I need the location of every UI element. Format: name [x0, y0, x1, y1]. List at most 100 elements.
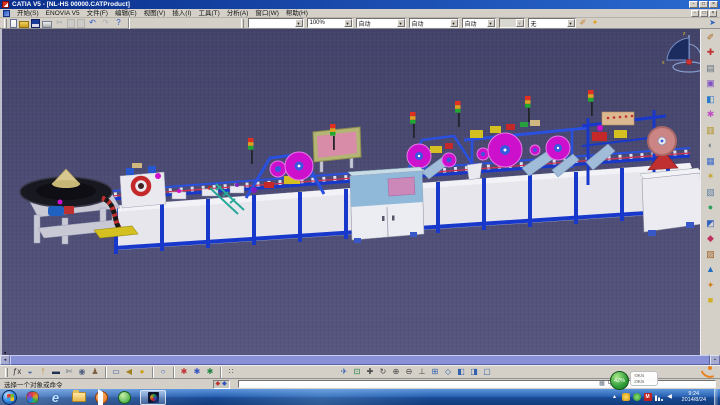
gear-red-icon[interactable]: ✱: [178, 366, 190, 378]
line-type-combo[interactable]: 自动 ▼: [356, 18, 406, 28]
right-tool-icon-2[interactable]: ✚: [704, 47, 717, 59]
mdi-restore-button[interactable]: □: [700, 10, 708, 17]
tray-network-icon[interactable]: [655, 393, 663, 401]
document-icon[interactable]: [3, 10, 10, 17]
rotate-icon[interactable]: ↻: [377, 366, 389, 378]
gear-green-icon[interactable]: ✱: [204, 366, 216, 378]
new-file-icon[interactable]: [10, 19, 17, 28]
show-desktop-button[interactable]: [714, 389, 718, 405]
pan-icon[interactable]: ✚: [364, 366, 376, 378]
tray-360-icon[interactable]: [633, 393, 641, 401]
zoom-in-icon[interactable]: ⊕: [390, 366, 402, 378]
close-button[interactable]: ×: [709, 1, 718, 8]
camera-icon[interactable]: ◉: [76, 366, 88, 378]
normal-view-icon[interactable]: ⊥: [416, 366, 428, 378]
menu-item[interactable]: 分析(A): [227, 9, 249, 18]
control-cabinet[interactable]: [348, 167, 424, 243]
tray-m-icon[interactable]: M: [644, 393, 652, 401]
gear-blue-icon[interactable]: ✱: [191, 366, 203, 378]
scroll-right-button[interactable]: ▪: [710, 355, 720, 365]
zoom-out-icon[interactable]: ⊖: [403, 366, 415, 378]
right-tool-icon-3[interactable]: ▤: [704, 62, 717, 74]
right-tool-icon-5[interactable]: ◧: [704, 93, 717, 105]
menu-item[interactable]: 帮助(H): [286, 9, 308, 18]
menu-item[interactable]: 编辑(E): [115, 9, 137, 18]
right-tool-icon-1[interactable]: ✐: [704, 31, 717, 43]
wizard-icon[interactable]: ✦: [590, 18, 601, 29]
right-tool-icon-18[interactable]: ■: [704, 295, 717, 307]
print-icon[interactable]: [42, 21, 52, 28]
speaker-icon[interactable]: ◀: [123, 366, 135, 378]
toolbar-grip[interactable]: [5, 368, 8, 377]
right-tool-icon-17[interactable]: ✦: [704, 279, 717, 291]
layer-combo[interactable]: 无 ▼: [528, 18, 576, 28]
paste-icon[interactable]: [77, 19, 85, 28]
chevron-down-icon[interactable]: ▼: [295, 19, 303, 27]
catia-taskbar-button[interactable]: [140, 390, 166, 405]
redo-icon[interactable]: ↷: [100, 18, 111, 29]
chevron-down-icon[interactable]: ▼: [487, 19, 495, 27]
right-tool-icon-16[interactable]: ▲: [704, 264, 717, 276]
status-red-icon[interactable]: ◆: [216, 381, 221, 387]
quick-view-icon[interactable]: ◇: [442, 366, 454, 378]
shading-edges-icon[interactable]: ◨: [468, 366, 480, 378]
right-tool-icon-4[interactable]: ▣: [704, 78, 717, 90]
start-button[interactable]: [2, 390, 17, 405]
right-tool-icon-10[interactable]: ✶: [704, 171, 717, 183]
fill-color-combo[interactable]: ▼: [248, 18, 304, 28]
right-tool-icon-12[interactable]: ●: [704, 202, 717, 214]
copy-icon[interactable]: [67, 19, 75, 28]
shading-icon[interactable]: ◧: [455, 366, 467, 378]
ime-keyboard-icon[interactable]: ▦: [599, 381, 605, 387]
chevron-down-icon[interactable]: ▼: [344, 19, 352, 27]
media-player-button[interactable]: [94, 390, 109, 405]
end-cabinet[interactable]: [640, 168, 702, 236]
help-icon[interactable]: ?: [113, 18, 124, 29]
bulb-icon[interactable]: ●: [136, 366, 148, 378]
3d-viewport[interactable]: z y x ▪: [0, 29, 720, 355]
menu-item[interactable]: 开始(S): [17, 9, 39, 18]
point-symbol-combo[interactable]: 自动 ▼: [462, 18, 496, 28]
chevron-down-icon[interactable]: ▼: [567, 19, 575, 27]
mdi-minimize-button[interactable]: -: [691, 10, 699, 17]
status-badges[interactable]: ◆◆: [213, 380, 230, 389]
constraint-icon[interactable]: ▭: [110, 366, 122, 378]
tray-volume-icon[interactable]: ◀: [666, 393, 674, 401]
toolbar-overflow-icon[interactable]: ➤: [707, 18, 718, 29]
fit-all-in-icon[interactable]: ⊡: [351, 366, 363, 378]
right-tool-icon-7[interactable]: ▥: [704, 124, 717, 136]
tray-expand-icon[interactable]: ▴: [611, 393, 619, 401]
right-tool-icon-8[interactable]: ◐: [704, 140, 717, 152]
menu-item[interactable]: 插入(I): [172, 9, 191, 18]
manikin-icon[interactable]: ♟: [89, 366, 101, 378]
taskbar-clock[interactable]: 9:24 2014/8/24: [682, 391, 706, 404]
mdi-close-button[interactable]: ×: [709, 10, 717, 17]
menu-item[interactable]: 窗口(W): [255, 9, 278, 18]
circle-tool-icon[interactable]: ○: [157, 366, 169, 378]
browser-360-button[interactable]: [25, 390, 40, 405]
chevron-down-icon[interactable]: ▼: [397, 19, 405, 27]
right-tool-icon-13[interactable]: ◩: [704, 217, 717, 229]
speed-ball-widget[interactable]: 42% ↑0K/s ↓0K/s: [610, 371, 658, 390]
line-weight-combo[interactable]: 自动 ▼: [409, 18, 459, 28]
wireframe-icon[interactable]: ▢: [481, 366, 493, 378]
fly-mode-icon[interactable]: ✈: [338, 366, 350, 378]
right-tool-icon-6[interactable]: ✱: [704, 109, 717, 121]
right-tool-icon-11[interactable]: ▧: [704, 186, 717, 198]
scrollbar-thumb[interactable]: [10, 355, 710, 365]
tray-shield-icon[interactable]: [622, 393, 630, 401]
open-folder-icon[interactable]: [19, 21, 29, 28]
right-tool-icon-14[interactable]: ◆: [704, 233, 717, 245]
toolbar-grip[interactable]: [241, 19, 244, 28]
cut-icon[interactable]: ✂: [54, 18, 65, 29]
speed-ball-percent[interactable]: 42%: [610, 371, 629, 390]
status-blue-icon[interactable]: ◆: [222, 381, 227, 387]
scroll-left-button[interactable]: ◂: [0, 355, 10, 365]
explorer-folder-button[interactable]: [71, 390, 86, 405]
painter-icon[interactable]: ✐: [578, 18, 589, 29]
grid-dots-icon[interactable]: ∷: [225, 366, 237, 378]
knowledge-icon[interactable]: ◒: [24, 366, 36, 378]
chevron-down-icon[interactable]: ▼: [450, 19, 458, 27]
warning-icon[interactable]: !: [37, 366, 49, 378]
right-tool-icon-9[interactable]: ▦: [704, 155, 717, 167]
